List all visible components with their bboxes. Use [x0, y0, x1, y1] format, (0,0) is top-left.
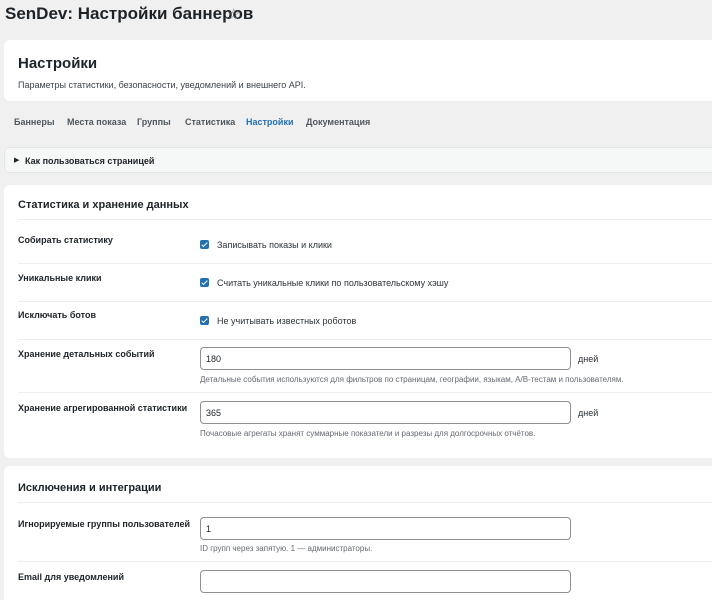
tab-statistics[interactable]: Статистика [185, 117, 235, 127]
exclude-bots-checkbox-label[interactable]: Не учитывать известных роботов [217, 316, 356, 326]
exclude-bots-label: Исключать ботов [18, 310, 96, 320]
collect-stats-label: Собирать статистику [18, 235, 113, 245]
tab-groups[interactable]: Группы [137, 117, 171, 127]
ignored-groups-help: ID групп через запятую. 1 — администрато… [200, 544, 373, 553]
divider [18, 263, 712, 264]
detail-retention-input[interactable] [200, 347, 571, 370]
tab-bar: Баннеры Места показа Группы Статистика Н… [0, 117, 712, 131]
collect-stats-checkbox-label[interactable]: Записывать показы и клики [217, 240, 332, 250]
header-subtitle: Параметры статистики, безопасности, увед… [18, 80, 306, 90]
ignored-groups-input[interactable] [200, 517, 571, 540]
detail-retention-help: Детальные события используются для фильт… [200, 375, 624, 384]
page-title: SenDev: Настройки баннеров [5, 4, 254, 23]
header-title: Настройки [18, 55, 98, 72]
tab-settings[interactable]: Настройки [246, 117, 293, 127]
agg-retention-input[interactable] [200, 401, 571, 424]
divider [18, 561, 712, 562]
divider [18, 301, 712, 302]
how-to-disclosure[interactable]: ▶ Как пользоваться страницей [4, 147, 712, 173]
star-icon[interactable]: ☆ [227, 5, 240, 23]
detail-retention-unit: дней [578, 354, 599, 364]
divider [18, 219, 712, 220]
stats-settings-card: Статистика и хранение данных Собирать ст… [4, 185, 712, 458]
tab-placements[interactable]: Места показа [67, 117, 126, 127]
exclusions-card: Исключения и интеграции Игнорируемые гру… [4, 466, 712, 600]
unique-clicks-checkbox-label[interactable]: Считать уникальные клики по пользователь… [217, 278, 448, 288]
unique-clicks-label: Уникальные клики [18, 273, 102, 283]
divider [18, 339, 712, 340]
tab-documentation[interactable]: Документация [306, 117, 370, 127]
section-title: Исключения и интеграции [18, 482, 162, 494]
exclude-bots-checkbox[interactable] [200, 316, 209, 325]
email-field[interactable] [200, 570, 571, 593]
settings-header: Настройки Параметры статистики, безопасн… [4, 40, 712, 101]
collect-stats-checkbox[interactable] [200, 240, 209, 249]
divider [18, 392, 712, 393]
agg-retention-unit: дней [578, 408, 599, 418]
email-label: Email для уведомлений [18, 572, 124, 582]
unique-clicks-checkbox[interactable] [200, 278, 209, 287]
tab-banners[interactable]: Баннеры [14, 117, 55, 127]
agg-retention-help: Почасовые агрегаты хранят суммарные пока… [200, 429, 536, 438]
triangle-right-icon: ▶ [14, 157, 20, 164]
how-to-label: Как пользоваться страницей [25, 156, 155, 166]
section-title: Статистика и хранение данных [18, 199, 189, 211]
detail-retention-label: Хранение детальных событий [18, 349, 155, 359]
divider [18, 502, 712, 503]
agg-retention-label: Хранение агрегированной статистики [18, 403, 188, 413]
ignored-groups-label: Игнорируемые группы пользователей [18, 519, 191, 529]
